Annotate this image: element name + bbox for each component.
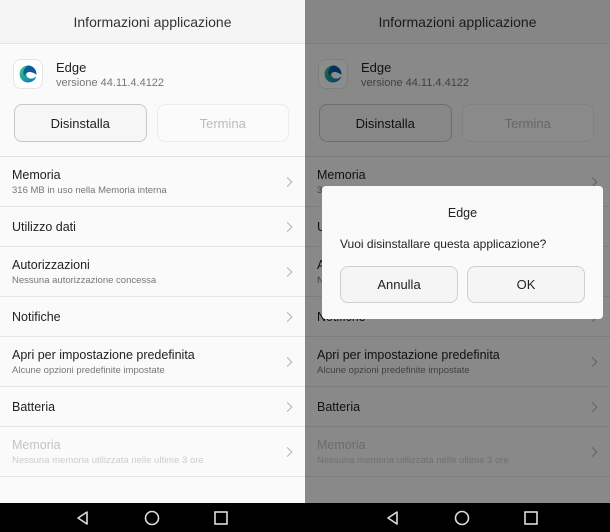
navigation-bar — [0, 503, 610, 532]
settings-list: Memoria 316 MB in uso nella Memoria inte… — [0, 156, 305, 477]
back-icon[interactable] — [385, 510, 401, 526]
app-name: Edge — [56, 59, 87, 75]
cancel-button[interactable]: Annulla — [340, 266, 458, 303]
recents-icon[interactable] — [213, 510, 229, 526]
list-item-permissions[interactable]: Autorizzazioni Nessuna autorizzazione co… — [0, 247, 305, 297]
back-icon[interactable] — [75, 510, 91, 526]
dialog-title: Edge — [447, 206, 478, 220]
force-stop-button[interactable]: Termina — [156, 104, 289, 142]
list-item-storage[interactable]: Memoria 316 MB in uso nella Memoria inte… — [0, 157, 305, 207]
recents-icon[interactable] — [523, 510, 539, 526]
dialog-message: Vuoi disinstallare questa applicazione? — [340, 237, 547, 251]
home-icon[interactable] — [144, 510, 160, 526]
list-item-open-by-default[interactable]: Apri per impostazione predefinita Alcune… — [0, 337, 305, 387]
uninstall-dialog: Edge Vuoi disinstallare questa applicazi… — [322, 186, 603, 319]
app-version: versione 44.11.4.4122 — [56, 76, 165, 89]
home-icon[interactable] — [454, 510, 470, 526]
list-item-notifications[interactable]: Notifiche — [0, 297, 305, 337]
ok-button[interactable]: OK — [467, 266, 585, 303]
uninstall-button[interactable]: Disinstalla — [14, 104, 147, 142]
list-item-memory: Memoria Nessuna memoria utilizzata nelle… — [0, 427, 305, 477]
page-title: Informazioni applicazione — [0, 0, 305, 44]
app-header: Edge versione 44.11.4.4122 — [0, 44, 305, 104]
list-item-battery[interactable]: Batteria — [0, 387, 305, 427]
list-item-data-usage[interactable]: Utilizzo dati — [0, 207, 305, 247]
app-info-screen: Informazioni applicazione Edge versione … — [0, 0, 305, 503]
edge-logo-icon — [14, 60, 42, 88]
